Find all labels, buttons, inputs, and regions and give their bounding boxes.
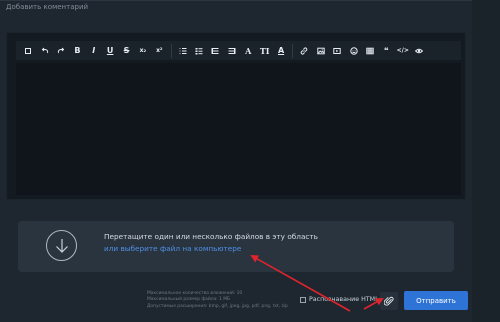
toolbar-group: A TI A <box>175 41 290 60</box>
code-button[interactable]: </> <box>395 42 411 59</box>
bold-icon: B <box>74 46 81 55</box>
paperclip-icon <box>384 296 394 306</box>
preview-button[interactable] <box>411 42 427 59</box>
image-icon <box>317 47 325 54</box>
italic-button[interactable]: I <box>86 42 102 59</box>
html-recognition-label: Распознавание HTML <box>309 296 379 303</box>
fullscreen-button[interactable] <box>20 42 36 59</box>
eye-icon <box>415 48 424 53</box>
bold-button[interactable]: B <box>69 42 85 59</box>
italic-icon: I <box>92 46 96 55</box>
table-icon <box>366 47 374 54</box>
strikethrough-icon: S <box>123 46 130 55</box>
redo-icon <box>57 47 65 53</box>
font-color-button[interactable]: A <box>273 42 289 59</box>
toolbar-separator <box>170 43 172 58</box>
comment-editor: B I U Sx₂ x² A TI A ❝ </> <box>6 32 466 200</box>
editor-content-area[interactable] <box>16 63 461 195</box>
align-center-button[interactable] <box>224 42 240 59</box>
emoji-button[interactable] <box>345 42 361 59</box>
undo-button[interactable] <box>36 42 52 59</box>
text-size-button[interactable]: TI <box>256 42 272 59</box>
html-recognition-toggle[interactable]: Распознавание HTML <box>300 296 379 303</box>
toolbar-separator <box>292 43 294 58</box>
comment-label: Добавить коментарий <box>6 3 89 11</box>
quote-icon: ❝ <box>384 46 389 55</box>
subscript-icon: x₂ <box>139 47 147 54</box>
font-size-icon: A <box>245 45 252 56</box>
choose-file-link[interactable]: или выберите файл на компьютере <box>104 244 241 253</box>
ordered-list-icon <box>179 47 187 54</box>
subscript-button[interactable]: x₂ <box>135 42 151 59</box>
toolbar-group: B I U Sx₂ x² <box>20 41 168 60</box>
attach-file-button[interactable] <box>380 292 398 310</box>
superscript-button[interactable]: x² <box>151 42 167 59</box>
underline-button[interactable]: U <box>102 42 118 59</box>
file-dropzone[interactable]: Перетащите один или несколько файлов в э… <box>18 221 454 272</box>
link-button[interactable] <box>296 42 312 59</box>
underline-icon: U <box>106 46 114 55</box>
superscript-icon: x² <box>156 47 163 54</box>
unordered-list-icon <box>195 47 203 54</box>
upload-limits: Максимальное количество вложений: 10 Мак… <box>147 291 288 310</box>
video-icon <box>333 47 341 54</box>
dropzone-instructions: Перетащите один или несколько файлов в э… <box>104 232 318 241</box>
html-recognition-checkbox[interactable] <box>300 296 306 303</box>
video-button[interactable] <box>329 42 345 59</box>
toolbar-group: ❝ </> <box>296 41 427 60</box>
editor-toolbar: B I U Sx₂ x² A TI A ❝ </> <box>16 41 461 60</box>
code-icon: </> <box>396 47 409 54</box>
align-center-icon <box>228 47 236 54</box>
square-icon <box>25 47 32 54</box>
table-button[interactable] <box>362 42 378 59</box>
allowed-extensions-text: Допустимые расширения: bmp, gif, jpeg, j… <box>147 303 288 309</box>
redo-button[interactable] <box>53 42 69 59</box>
undo-icon <box>41 47 48 53</box>
ordered-list-button[interactable] <box>175 42 191 59</box>
font-color-icon: A <box>277 46 285 55</box>
link-icon <box>301 47 308 54</box>
align-left-button[interactable] <box>207 42 223 59</box>
image-button[interactable] <box>313 42 329 59</box>
quote-button[interactable]: ❝ <box>378 42 394 59</box>
submit-button[interactable]: Отправить <box>404 291 468 310</box>
arrow-down-circle-icon <box>46 230 77 261</box>
emoji-icon <box>349 46 358 55</box>
unordered-list-button[interactable] <box>191 42 207 59</box>
align-left-icon <box>211 47 219 54</box>
text-size-icon: TI <box>259 45 270 56</box>
right-rail <box>472 0 500 322</box>
strikethrough-button[interactable]: S <box>118 42 134 59</box>
top-divider <box>0 0 500 1</box>
font-size-button[interactable]: A <box>240 42 256 59</box>
